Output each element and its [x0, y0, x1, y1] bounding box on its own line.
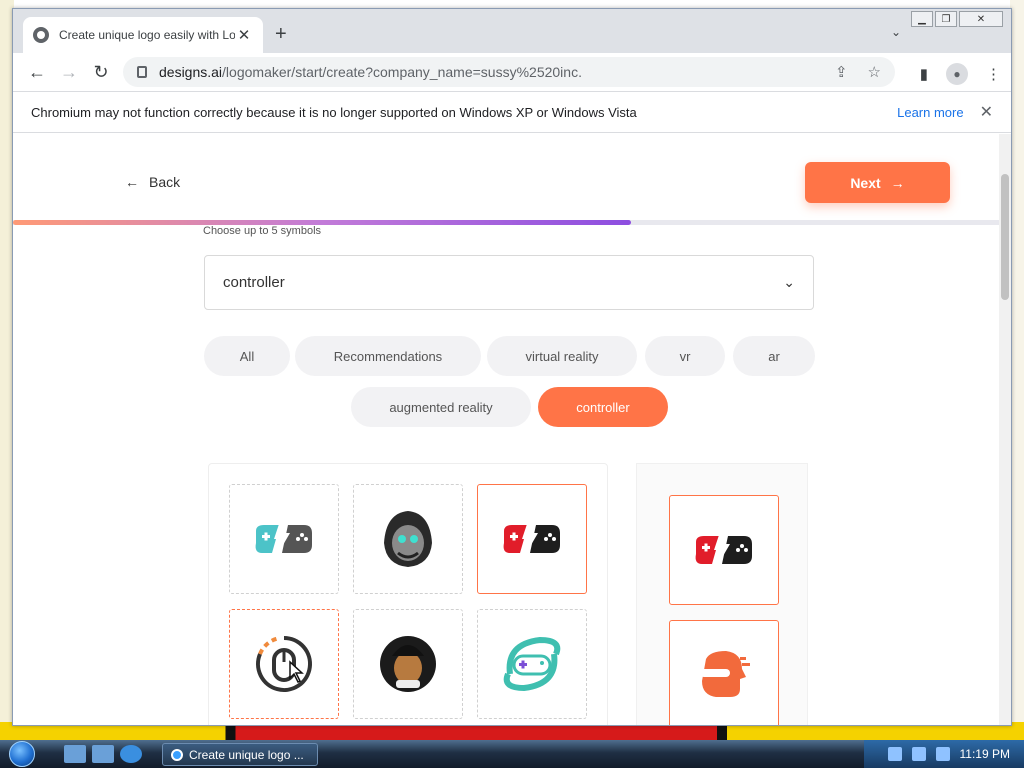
afro-gamer-mascot-icon — [380, 636, 436, 692]
symbol-tile[interactable] — [477, 609, 587, 719]
back-label: Back — [149, 174, 181, 190]
reload-icon[interactable]: ↻ — [85, 62, 117, 83]
selected-symbol-tile[interactable] — [669, 620, 779, 725]
hooded-gamer-mascot-icon — [384, 511, 432, 567]
share-icon[interactable]: ⇪ — [835, 63, 848, 81]
tab-search-chevron-icon[interactable]: ⌄ — [891, 25, 901, 39]
profile-avatar-icon[interactable]: ● — [946, 63, 968, 85]
switch-windows-icon[interactable] — [92, 745, 114, 763]
symbol-tile-hover[interactable] — [229, 609, 339, 719]
globe-icon — [33, 27, 49, 43]
chip-augmented-reality[interactable]: augmented reality — [351, 387, 531, 427]
side-panel-icon[interactable]: ▮ — [920, 65, 928, 83]
progress-bar — [13, 220, 1001, 225]
left-arrow-icon: ← — [125, 174, 139, 190]
maximize-button[interactable]: ❐ — [935, 11, 957, 27]
chip-virtual-reality[interactable]: virtual reality — [487, 336, 637, 376]
url-host: designs.ai — [159, 64, 223, 80]
search-value: controller — [223, 274, 285, 291]
chip-label: Recommendations — [333, 348, 443, 364]
close-window-button[interactable]: ✕ — [959, 11, 1003, 27]
page-scrollbar[interactable] — [999, 134, 1011, 725]
system-tray: 11:19 PM — [864, 740, 1024, 768]
selected-symbol-tile[interactable] — [669, 495, 779, 605]
chip-controller[interactable]: controller — [538, 387, 668, 427]
symbol-tile[interactable] — [229, 484, 339, 594]
page-viewport: ← Back Next → Choose up to 5 symbols con… — [13, 134, 1001, 725]
unsupported-os-infobar: Chromium may not function correctly beca… — [13, 91, 1011, 133]
orange-speed-head-icon — [700, 651, 750, 697]
window-controls: ▁ ❐ ✕ — [911, 11, 1003, 27]
chevron-down-icon: ⌄ — [783, 274, 795, 290]
tab-title: Create unique logo easily with Lo — [59, 28, 235, 42]
mouse-circle-icon — [256, 636, 312, 692]
taskbar-browser-button[interactable]: Create unique logo ... — [162, 743, 318, 766]
back-button[interactable]: ← Back — [125, 174, 180, 190]
display-icon[interactable] — [911, 747, 926, 761]
red-black-gamepad-lightning-icon — [695, 532, 752, 568]
close-tab-icon[interactable]: ✕ — [235, 26, 253, 44]
chip-ar[interactable]: ar — [733, 336, 815, 376]
tab-strip: Create unique logo easily with Lo ✕ + ⌄ … — [13, 9, 1011, 53]
internet-explorer-icon[interactable] — [120, 745, 142, 763]
scrollbar-thumb[interactable] — [1001, 174, 1009, 300]
clock[interactable]: 11:19 PM — [960, 747, 1010, 761]
address-bar[interactable]: designs.ai/logomaker/start/create?compan… — [123, 57, 895, 87]
chip-label: controller — [576, 399, 630, 415]
browser-toolbar: ← → ↻ designs.ai/logomaker/start/create?… — [13, 53, 1011, 91]
symbol-search-dropdown[interactable]: controller ⌄ — [204, 255, 814, 310]
menu-kebab-icon[interactable]: ⋮ — [986, 65, 1001, 83]
taskbar-button-label: Create unique logo ... — [189, 747, 304, 762]
next-button[interactable]: Next → — [805, 162, 950, 203]
volume-muted-icon[interactable] — [935, 747, 950, 761]
chip-label: All — [239, 348, 255, 364]
network-icon[interactable] — [887, 747, 902, 761]
browser-window: Create unique logo easily with Lo ✕ + ⌄ … — [12, 8, 1012, 726]
symbol-tile[interactable] — [353, 609, 463, 719]
forward-arrow-icon[interactable]: → — [53, 62, 85, 83]
infobar-close-icon[interactable]: ✕ — [980, 102, 993, 122]
desktop-wallpaper-right — [1010, 0, 1024, 740]
bookmark-star-icon[interactable]: ☆ — [868, 63, 881, 81]
symbol-hint: Choose up to 5 symbols — [203, 225, 322, 237]
symbol-tile[interactable] — [353, 484, 463, 594]
lock-icon — [137, 66, 147, 78]
chip-all[interactable]: All — [204, 336, 290, 376]
teal-gamepad-lightning-icon — [255, 521, 312, 557]
new-tab-icon[interactable]: + — [275, 23, 287, 46]
back-arrow-icon[interactable]: ← — [21, 62, 53, 83]
symbol-tile-selected[interactable] — [477, 484, 587, 594]
chip-vr[interactable]: vr — [645, 336, 725, 376]
chip-label: vr — [679, 348, 691, 364]
windows-orb-icon — [9, 741, 35, 767]
browser-tab[interactable]: Create unique logo easily with Lo ✕ — [23, 17, 263, 53]
learn-more-link[interactable]: Learn more — [897, 105, 963, 120]
chip-label: augmented reality — [389, 399, 493, 415]
next-label: Next — [850, 174, 881, 191]
right-arrow-icon: → — [890, 174, 905, 191]
chromium-icon — [171, 748, 183, 761]
chip-label: ar — [768, 348, 780, 364]
show-desktop-icon[interactable] — [64, 745, 86, 763]
teal-gamepad-orbit-icon — [503, 636, 561, 692]
infobar-message: Chromium may not function correctly beca… — [31, 104, 637, 120]
windows-taskbar: Create unique logo ... 11:19 PM — [0, 740, 1024, 768]
url-path: /logomaker/start/create?company_name=sus… — [222, 64, 582, 80]
minimize-button[interactable]: ▁ — [911, 11, 933, 27]
red-black-gamepad-lightning-icon — [503, 521, 560, 557]
start-button[interactable] — [0, 740, 44, 768]
progress-fill — [13, 220, 631, 225]
chip-recommendations[interactable]: Recommendations — [295, 336, 481, 376]
chip-label: virtual reality — [525, 348, 599, 364]
